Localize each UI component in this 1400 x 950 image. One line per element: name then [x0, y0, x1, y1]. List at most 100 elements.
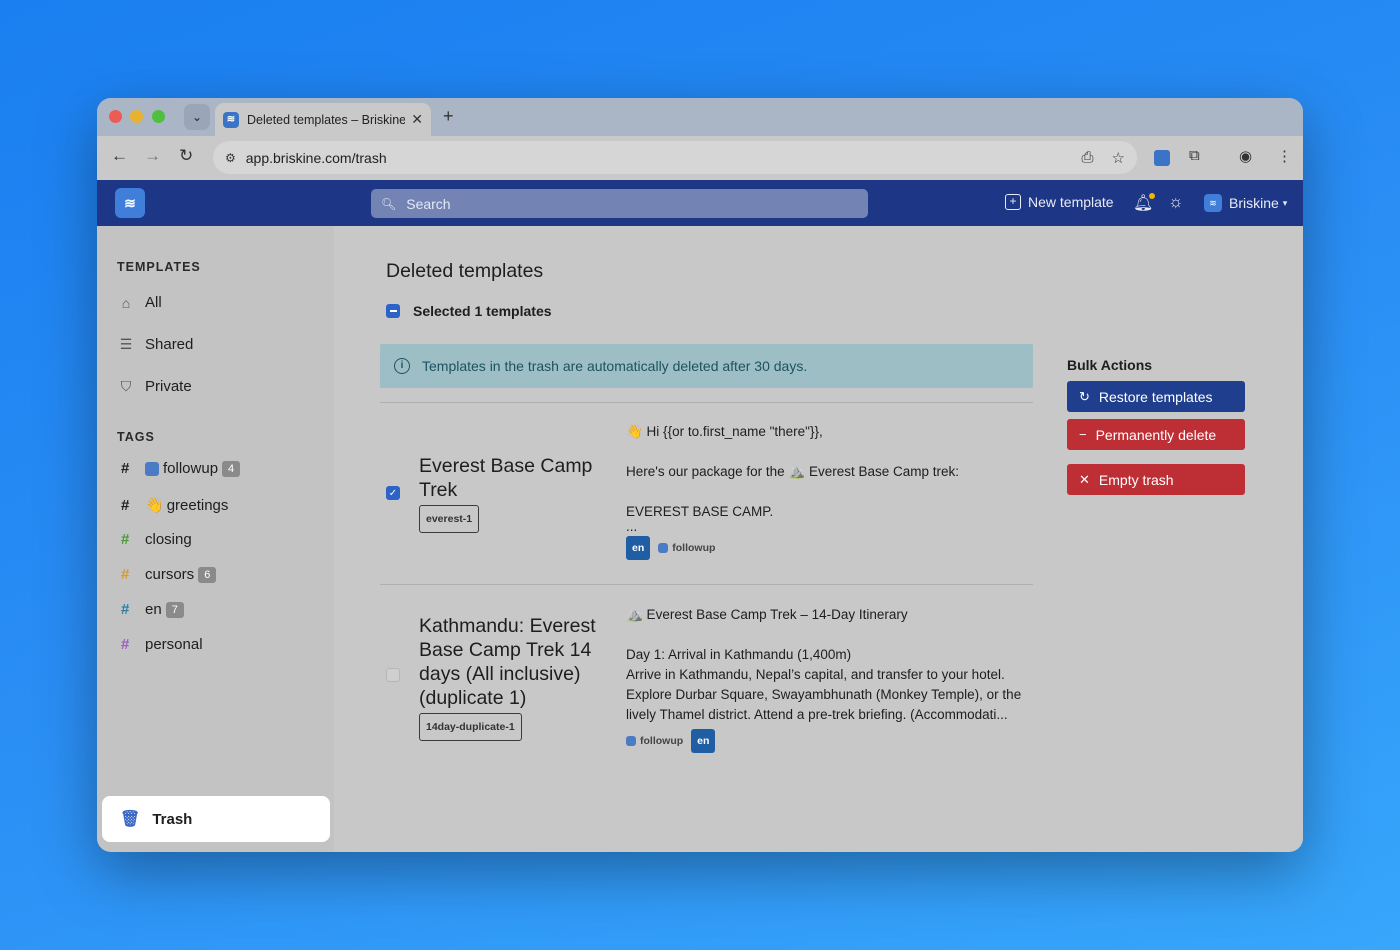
- user-name: Briskine: [1229, 195, 1279, 211]
- templates-section-title: TEMPLATES: [117, 260, 201, 274]
- hash-icon: #: [121, 566, 130, 583]
- language-chip: en: [691, 729, 716, 753]
- preview-line: [626, 482, 1046, 502]
- tag-count: 6: [198, 566, 217, 583]
- preview-line: Day 1: Arrival in Kathmandu (1,400m): [626, 647, 852, 662]
- tag-item-personal[interactable]: # personal: [121, 636, 203, 653]
- sidebar-item-shared[interactable]: ☰ Shared: [117, 336, 194, 353]
- hash-icon: #: [121, 531, 130, 548]
- template-title: Kathmandu: Everest Base Camp Trek 14 day…: [419, 615, 596, 709]
- preview-line: Explore Durbar Square, Swayambhunath (Mo…: [626, 687, 1022, 702]
- site-info-icon[interactable]: ⚙: [225, 151, 236, 165]
- followup-emoji-icon: [658, 543, 669, 553]
- sidebar-item-private[interactable]: ⛉ Private: [117, 378, 192, 395]
- tag-chip: followup: [626, 731, 683, 751]
- hash-icon: #: [121, 460, 130, 477]
- waving-hand-icon: 👋: [145, 497, 164, 514]
- extensions-icon[interactable]: ⧉: [1189, 147, 1200, 164]
- info-text: Templates in the trash are automatically…: [422, 358, 808, 374]
- search-icon: 🔍︎: [381, 196, 397, 211]
- forward-icon[interactable]: →: [144, 146, 161, 166]
- back-icon[interactable]: ←: [111, 146, 128, 166]
- trash-icon: 🗑︎: [120, 811, 141, 828]
- maximize-window-button[interactable]: [152, 110, 165, 123]
- bell-icon[interactable]: 🔔︎: [1133, 193, 1156, 213]
- tag-item-cursors[interactable]: # cursors 6: [121, 566, 217, 583]
- tag-label: greetings: [166, 496, 229, 514]
- template-title-block: Everest Base Camp Trek everest-1: [419, 454, 604, 533]
- profile-icon[interactable]: ◉: [1239, 147, 1252, 165]
- tag-item-closing[interactable]: # closing: [121, 531, 192, 548]
- url-field[interactable]: ⚙ app.briskine.com/trash ⎙ ☆: [213, 141, 1137, 174]
- hash-icon: #: [121, 496, 130, 514]
- briskine-extension-icon[interactable]: [1154, 150, 1170, 166]
- main-content: Deleted templates Selected 1 templates i…: [334, 226, 1303, 852]
- shortcut-badge: everest-1: [419, 505, 480, 533]
- template-row[interactable]: Kathmandu: Everest Base Camp Trek 14 day…: [380, 584, 1033, 760]
- tag-item-greetings[interactable]: # 👋 greetings: [121, 496, 229, 515]
- install-app-icon[interactable]: ⎙: [1082, 149, 1094, 167]
- restore-icon: ↻: [1079, 388, 1090, 404]
- close-icon[interactable]: ✕: [411, 111, 423, 128]
- hash-icon: #: [121, 601, 130, 618]
- tag-label: followup: [163, 460, 219, 477]
- empty-trash-button[interactable]: ✕ Empty trash: [1067, 464, 1245, 495]
- preview-line: [626, 625, 1046, 645]
- select-all-checkbox[interactable]: [386, 304, 400, 318]
- template-row[interactable]: ✓ Everest Base Camp Trek everest-1 👋 Hi …: [380, 402, 1033, 584]
- button-label: Empty trash: [1098, 471, 1174, 488]
- new-tab-button[interactable]: +: [443, 106, 454, 127]
- row-checkbox[interactable]: ✓: [386, 486, 400, 500]
- tag-label: en: [145, 601, 162, 618]
- shield-icon: ⛉: [120, 378, 132, 394]
- row-checkbox[interactable]: [386, 668, 400, 682]
- template-title: Everest Base Camp Trek: [419, 455, 593, 501]
- restore-templates-button[interactable]: ↻ Restore templates: [1067, 381, 1245, 412]
- new-template-label: New template: [1028, 194, 1114, 210]
- preview-line: Here's our package for the ⛰️ Everest Ba…: [626, 464, 960, 479]
- sidebar-item-all[interactable]: ⌂ All: [117, 294, 162, 311]
- avatar: ≋: [1204, 194, 1222, 212]
- tab-search-button[interactable]: ⌄: [184, 104, 210, 130]
- tag-item-en[interactable]: # en 7: [121, 601, 184, 618]
- caret-down-icon: ▾: [1282, 197, 1288, 208]
- tag-label: cursors: [145, 566, 195, 583]
- bookmark-star-icon[interactable]: ☆: [1112, 149, 1125, 167]
- info-banner: i Templates in the trash are automatical…: [380, 344, 1033, 388]
- followup-emoji-icon: [626, 736, 636, 746]
- sidebar-item-trash[interactable]: 🗑︎ Trash: [102, 796, 330, 842]
- briskine-logo-icon[interactable]: ≋: [115, 188, 145, 218]
- theme-sun-icon[interactable]: ☼: [1168, 192, 1184, 212]
- tag-count: 4: [222, 460, 241, 477]
- browser-tab[interactable]: ≋ Deleted templates – Briskine ✕: [215, 103, 431, 136]
- shortcut-badge: 14day-duplicate-1: [419, 713, 522, 741]
- permanently-delete-button[interactable]: − Permanently delete: [1067, 419, 1245, 450]
- new-template-button[interactable]: + New template: [1005, 194, 1114, 210]
- page-title: Deleted templates: [386, 260, 544, 282]
- tag-item-followup[interactable]: # followup 4: [121, 460, 241, 477]
- info-icon: i: [394, 358, 410, 374]
- favicon-icon: ≋: [223, 111, 239, 128]
- chevron-down-icon: ⌄: [191, 110, 203, 124]
- tag-label: personal: [145, 636, 203, 653]
- search-input[interactable]: 🔍︎ Search: [371, 189, 868, 218]
- sidebar-item-label: Shared: [145, 336, 194, 353]
- user-menu[interactable]: ≋ Briskine ▾: [1204, 194, 1287, 212]
- chips: en followup: [626, 536, 1046, 560]
- preview-line: ...: [626, 522, 638, 532]
- tag-chip-label: followup: [672, 542, 716, 554]
- tag-chip: followup: [658, 538, 715, 558]
- browser-window: ⌄ ≋ Deleted templates – Briskine ✕ + ← →…: [97, 98, 1303, 852]
- tag-count: 7: [165, 601, 184, 618]
- preview-line: Arrive in Kathmandu, Nepal’s capital, an…: [626, 667, 1005, 682]
- close-window-button[interactable]: [109, 110, 122, 123]
- minimize-window-button[interactable]: [130, 110, 143, 123]
- sidebar-item-label: Private: [145, 378, 192, 395]
- more-menu-icon[interactable]: ⋮: [1277, 147, 1292, 165]
- preview-line: lively Thamel district. Attend a pre-tre…: [626, 707, 1008, 722]
- address-bar: ← → ↻ ⚙ app.briskine.com/trash ⎙ ☆ ⧉ ◉ ⋮: [97, 136, 1303, 180]
- tab-strip: ⌄ ≋ Deleted templates – Briskine ✕ +: [97, 98, 1303, 136]
- url-text: app.briskine.com/trash: [245, 149, 387, 166]
- notification-dot: [1149, 193, 1156, 199]
- reload-icon[interactable]: ↻: [179, 146, 193, 166]
